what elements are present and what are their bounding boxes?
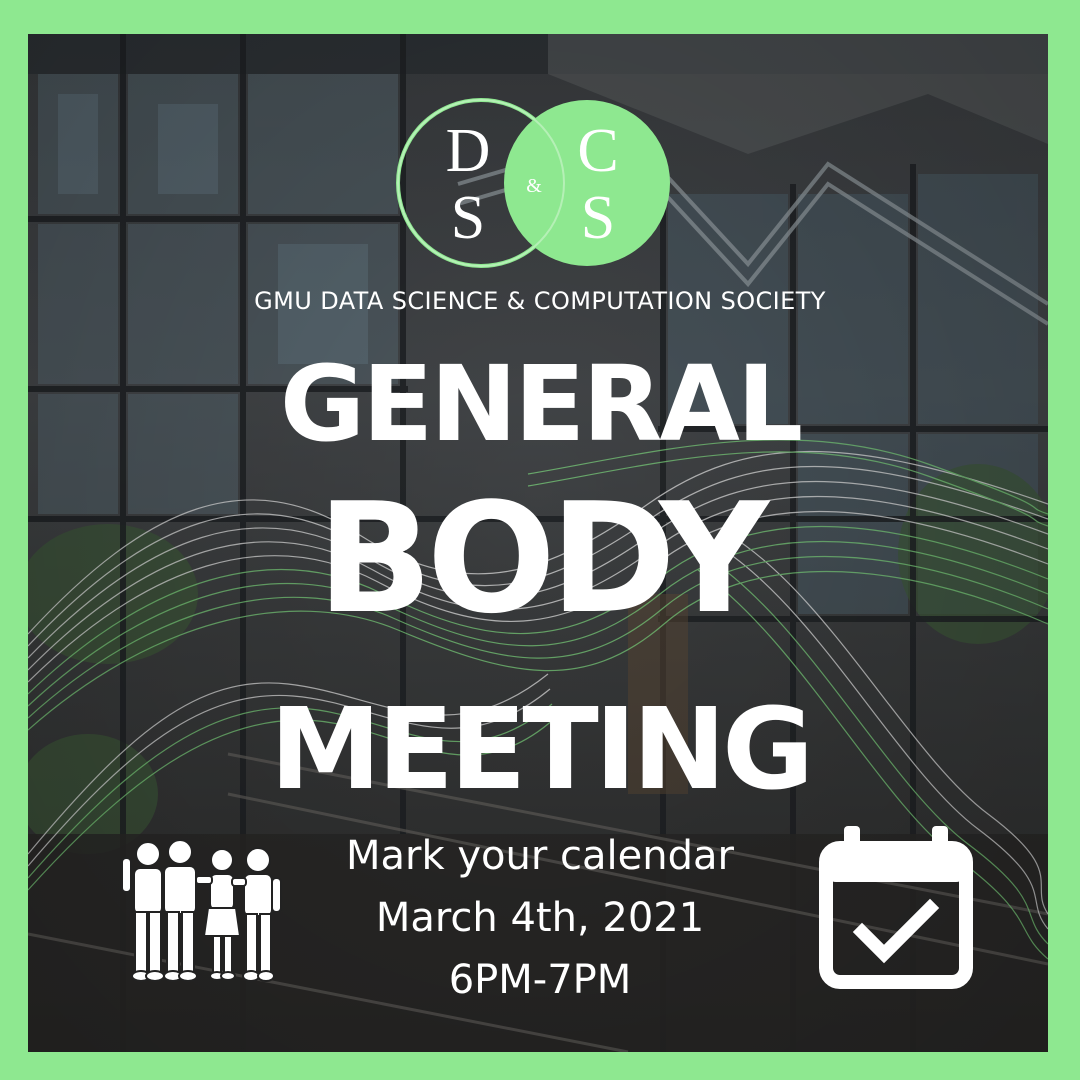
calendar-check-icon (819, 826, 973, 989)
logo-ampersand: & (526, 175, 542, 197)
logo-letter-d: D (446, 117, 491, 185)
headline-meeting: MEETING (269, 685, 814, 815)
event-poster: D C S S & GMU DATA SCIENCE & COMPUTATION… (0, 0, 1080, 1080)
headline-general: GENERAL (279, 343, 803, 465)
logo-letter-s-left: S (451, 184, 485, 252)
dcs-logo: D C S S & (396, 98, 670, 268)
logo-letter-s-right: S (581, 184, 615, 252)
group-of-people-icon (121, 839, 282, 982)
headline-body: BODY (316, 470, 769, 647)
society-name: GMU DATA SCIENCE & COMPUTATION SOCIETY (254, 287, 826, 315)
logo-letter-c: C (577, 117, 618, 185)
